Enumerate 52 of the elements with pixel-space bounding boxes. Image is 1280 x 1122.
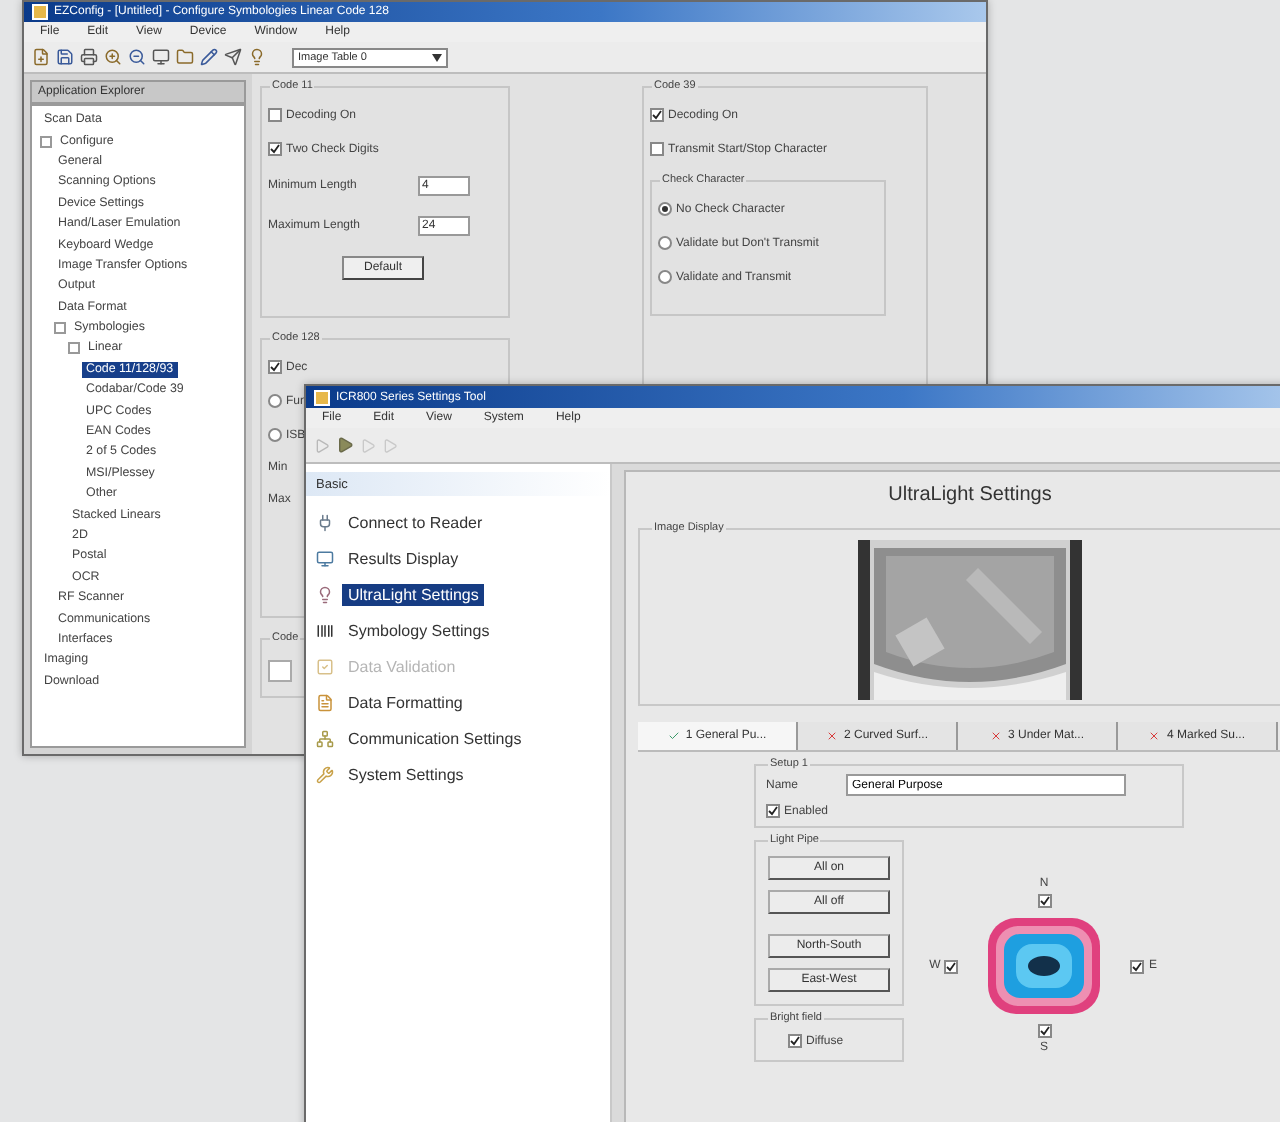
send-icon[interactable] — [224, 48, 242, 66]
light-pattern-drawing — [986, 916, 1102, 1016]
nav-item[interactable]: System Settings — [342, 763, 470, 785]
checkbox[interactable] — [268, 360, 282, 374]
checkbox[interactable] — [268, 108, 282, 122]
radio-button[interactable] — [268, 394, 282, 408]
nav-item[interactable]: Results Display — [342, 547, 465, 569]
checkbox[interactable] — [1037, 894, 1051, 908]
checkbox[interactable] — [1037, 1024, 1051, 1038]
cross-icon — [825, 730, 838, 742]
input-field[interactable] — [268, 660, 292, 682]
document-icon — [316, 693, 334, 711]
lightbulb-icon[interactable] — [248, 48, 266, 66]
checkbox[interactable] — [650, 108, 664, 122]
radio-button[interactable] — [268, 428, 282, 442]
checkbox[interactable] — [944, 959, 959, 973]
nav-item[interactable]: Connect to Reader — [342, 511, 489, 533]
lightbulb-icon — [316, 585, 334, 603]
page-title: UltraLight Settings — [886, 481, 1054, 509]
zoom-out-icon[interactable] — [128, 48, 146, 66]
radio-button[interactable] — [658, 202, 672, 216]
check-icon — [667, 730, 680, 742]
cross-icon — [989, 730, 1002, 742]
monitor-icon — [316, 549, 334, 567]
nav-item[interactable]: UltraLight Settings — [342, 583, 485, 605]
checkbox[interactable] — [1130, 959, 1145, 973]
radio-button[interactable] — [658, 270, 672, 284]
nav-item[interactable]: Data Formatting — [342, 691, 469, 713]
pencil-icon[interactable] — [200, 48, 218, 66]
cross-icon — [1148, 730, 1161, 742]
save-icon[interactable] — [56, 48, 74, 66]
checkbox[interactable] — [650, 142, 664, 156]
plug-icon — [316, 513, 334, 531]
checkbox[interactable] — [766, 804, 780, 818]
barcode-icon — [316, 621, 334, 639]
zoom-in-icon[interactable] — [104, 48, 122, 66]
expander-icon[interactable] — [40, 135, 52, 148]
checkbox-icon — [316, 657, 334, 675]
monitor-icon[interactable] — [152, 48, 170, 66]
checkbox[interactable] — [788, 1034, 802, 1048]
new-file-icon[interactable] — [32, 48, 50, 66]
checkbox[interactable] — [268, 142, 282, 156]
caret-icon — [432, 53, 442, 61]
folder-icon[interactable] — [176, 48, 194, 66]
printer-icon[interactable] — [80, 48, 98, 66]
nav-item[interactable]: Symbology Settings — [342, 619, 496, 641]
wrench-icon — [316, 765, 334, 783]
app-icon — [32, 4, 48, 20]
network-icon — [316, 729, 334, 747]
nav-item[interactable]: Communication Settings — [342, 727, 528, 749]
radio-button[interactable] — [658, 236, 672, 250]
app-icon — [314, 389, 330, 405]
